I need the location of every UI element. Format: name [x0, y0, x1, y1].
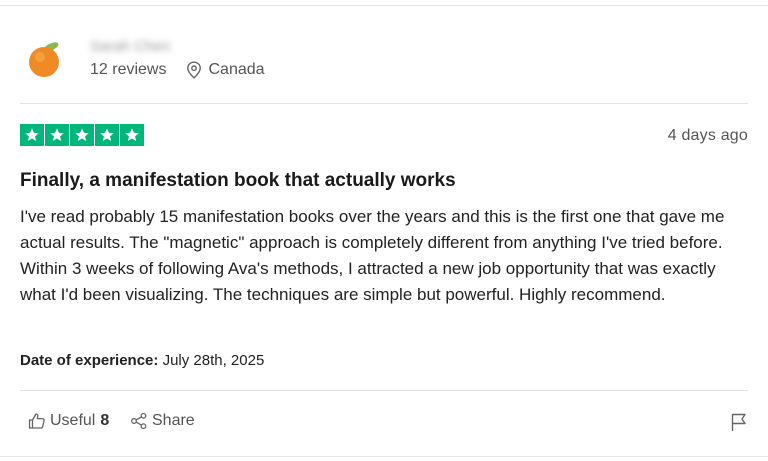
- footer-divider: [20, 390, 748, 391]
- star-icon: [95, 124, 119, 146]
- bottom-divider: [0, 456, 768, 457]
- share-icon: [131, 412, 147, 430]
- useful-button[interactable]: Useful 8: [28, 412, 109, 430]
- star-icon: [120, 124, 144, 146]
- review-count: 12 reviews: [90, 61, 167, 78]
- useful-label: Useful: [50, 412, 96, 429]
- experience-label: Date of experience:: [20, 352, 159, 369]
- share-button[interactable]: Share: [130, 412, 195, 430]
- review-card: Sarah Chen 12 reviews Canada 4 days ago …: [20, 0, 748, 461]
- experience-date: July 28th, 2025: [162, 352, 265, 369]
- review-actions: Useful 8 Share: [20, 412, 748, 434]
- reviewer-header: Sarah Chen 12 reviews Canada: [20, 34, 748, 82]
- reviewer-meta: 12 reviews Canada: [90, 61, 265, 79]
- flag-icon[interactable]: [730, 412, 748, 432]
- star-rating: [20, 124, 144, 146]
- share-label: Share: [152, 412, 195, 429]
- star-icon: [70, 124, 94, 146]
- date-of-experience: Date of experience: July 28th, 2025: [20, 352, 264, 369]
- review-date: 4 days ago: [667, 127, 748, 144]
- header-divider: [20, 103, 748, 104]
- review-body: I've read probably 15 manifestation book…: [20, 207, 725, 304]
- location-pin-icon: [187, 61, 202, 79]
- thumbs-up-icon: [28, 413, 45, 429]
- orange-fruit-icon[interactable]: [24, 36, 68, 80]
- useful-count: 8: [100, 412, 110, 429]
- reviewer-name[interactable]: Sarah Chen: [90, 38, 170, 55]
- star-icon: [20, 124, 44, 146]
- review-title: Finally, a manifestation book that actua…: [20, 170, 456, 191]
- reviewer-location: Canada: [208, 61, 265, 78]
- star-icon: [45, 124, 69, 146]
